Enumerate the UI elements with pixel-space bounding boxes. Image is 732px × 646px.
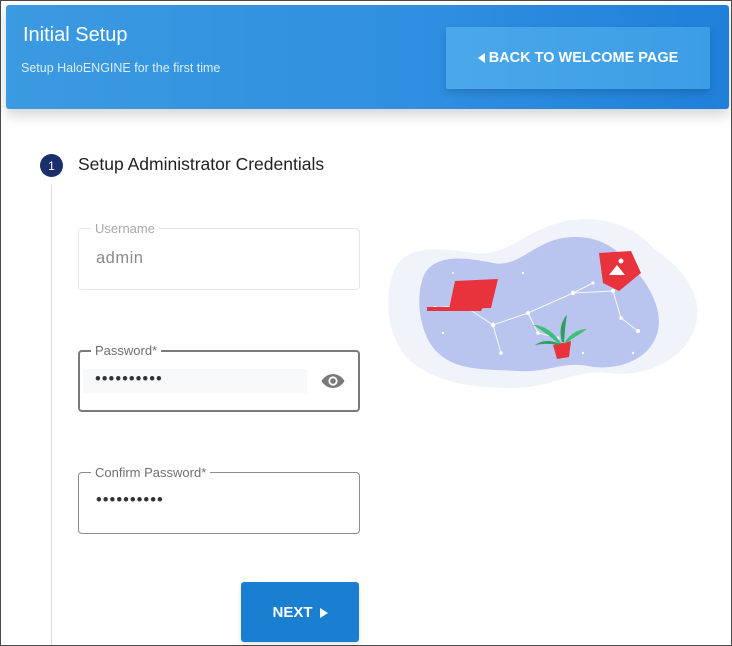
next-button[interactable]: NEXT	[241, 582, 359, 642]
step-number-badge: 1	[40, 154, 63, 177]
stepper-line	[51, 185, 52, 645]
setup-window: Initial Setup Setup HaloENGINE for the f…	[0, 0, 732, 646]
back-button-label: BACK TO WELCOME PAGE	[488, 50, 679, 66]
confirm-password-field[interactable]: Confirm Password* ••••••••••	[78, 465, 360, 534]
password-label: Password*	[91, 343, 162, 358]
password-field[interactable]: Password* ••••••••••	[78, 343, 360, 412]
page-subtitle: Setup HaloENGINE for the first time	[21, 61, 221, 75]
arrow-right-icon	[319, 607, 328, 618]
confirm-password-value[interactable]: ••••••••••	[96, 491, 164, 510]
header-banner: Initial Setup Setup HaloENGINE for the f…	[6, 5, 729, 109]
password-value[interactable]: ••••••••••	[95, 370, 163, 389]
next-button-label: NEXT	[272, 603, 313, 621]
eye-icon[interactable]	[320, 371, 346, 391]
username-value: admin	[96, 249, 144, 267]
back-to-welcome-button[interactable]: BACK TO WELCOME PAGE	[446, 27, 710, 89]
step-title: Setup Administrator Credentials	[78, 154, 325, 174]
username-label: Username	[91, 221, 159, 236]
constellation-illustration	[388, 219, 698, 388]
page-title: Initial Setup	[23, 24, 128, 46]
confirm-password-label: Confirm Password*	[91, 465, 211, 480]
username-field: Username admin	[78, 221, 360, 290]
triangle-left-icon	[477, 53, 485, 63]
